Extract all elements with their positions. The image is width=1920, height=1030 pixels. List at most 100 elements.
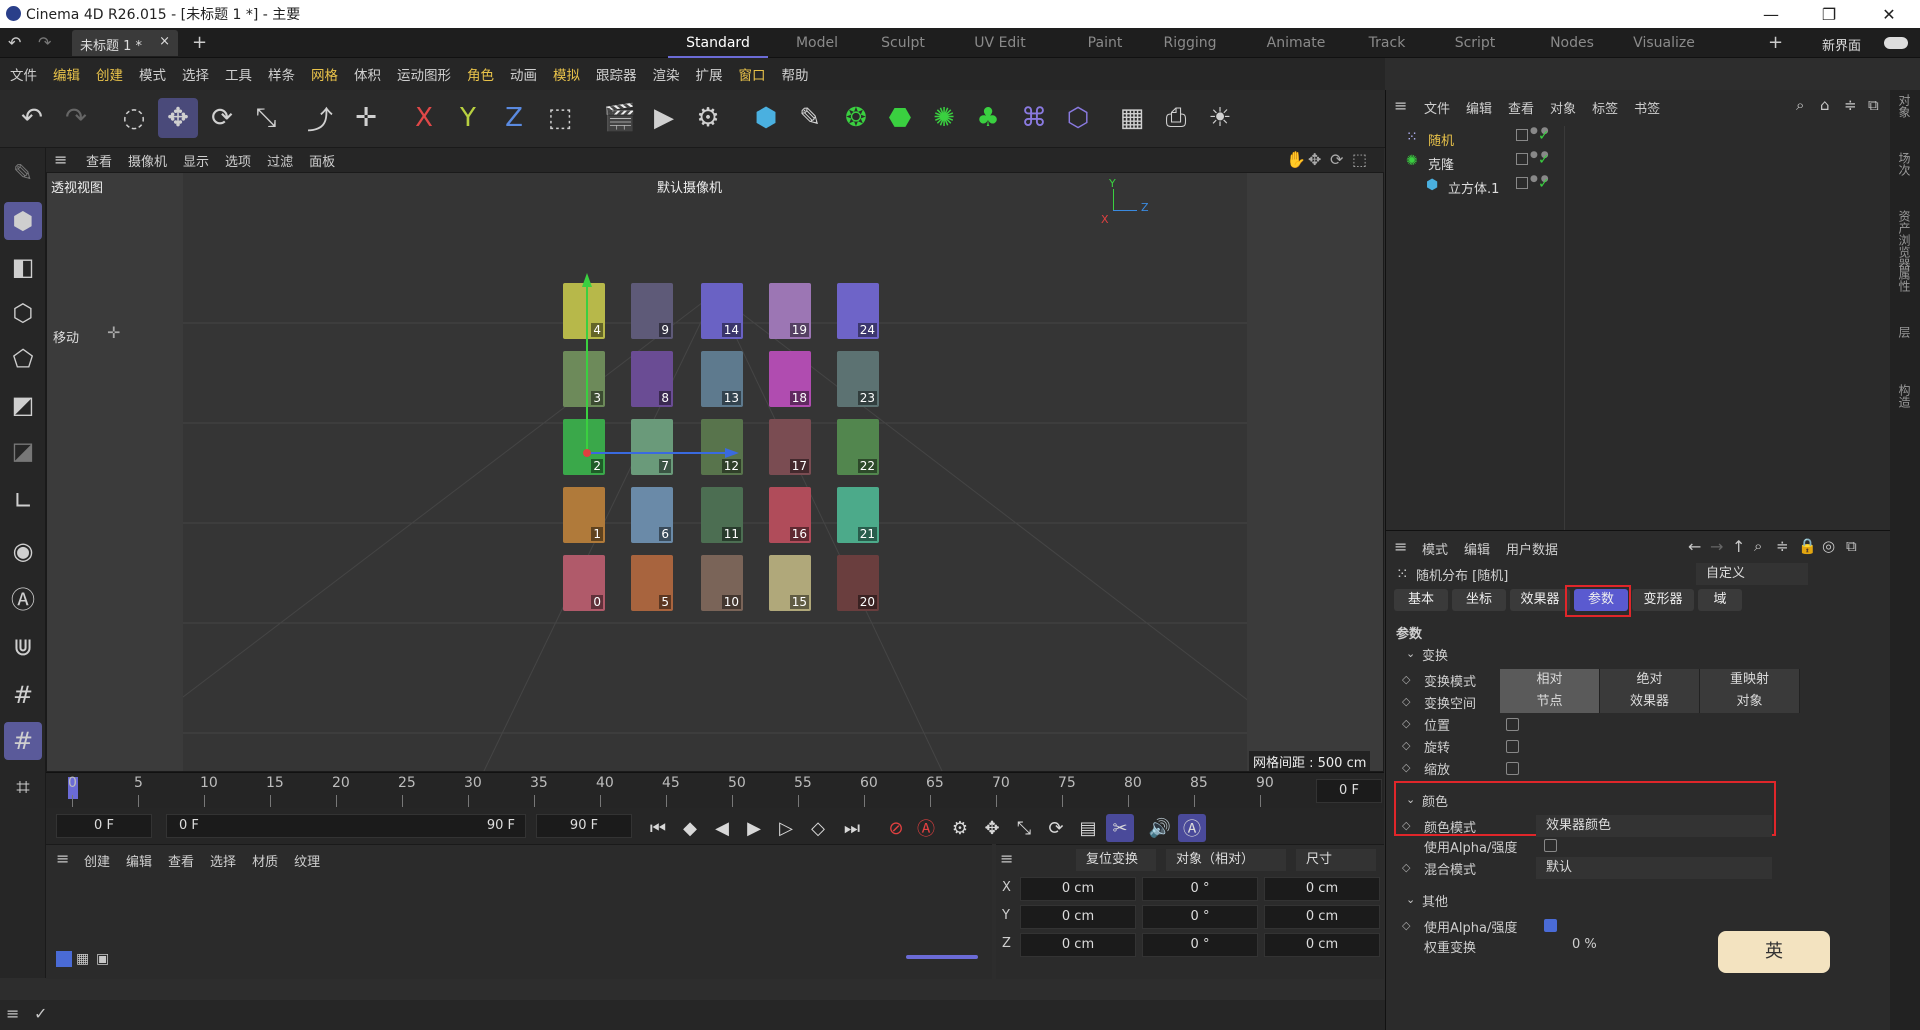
minimize-button[interactable]: — — [1742, 0, 1800, 28]
new-ui-toggle[interactable] — [1884, 37, 1908, 49]
objects-menu-item-0[interactable]: 文件 — [1424, 98, 1450, 117]
clone-cube[interactable]: 6 — [631, 487, 673, 543]
start-frame-field[interactable]: 0 F — [56, 814, 152, 838]
material-menu-item-4[interactable]: 材质 — [252, 851, 278, 870]
menu-item-16[interactable]: 窗口 — [739, 64, 766, 84]
side-tab-5[interactable]: 构造 — [1896, 384, 1913, 408]
point-mode-icon[interactable]: ⬡ — [4, 294, 42, 332]
material-menu-item-5[interactable]: 纹理 — [294, 851, 320, 870]
workspace-tab-sculpt[interactable]: Sculpt — [860, 28, 946, 58]
cube-primitive-icon[interactable]: ⬢ — [746, 98, 786, 138]
key-parameter-icon[interactable]: ▤ — [1074, 814, 1102, 842]
preset-dropdown[interactable]: 自定义 — [1696, 563, 1808, 585]
coord-rotation-field[interactable]: 0 ° — [1142, 877, 1258, 901]
dolly-view-icon[interactable]: ✥ — [1308, 150, 1321, 169]
target-icon[interactable]: ◎ — [1822, 537, 1835, 555]
keyframe-diamond-icon[interactable]: ◇ — [1402, 761, 1410, 774]
large-view-icon[interactable]: ▣ — [96, 951, 109, 967]
material-menu-item-2[interactable]: 查看 — [168, 851, 194, 870]
pan-view-icon[interactable]: ✋ — [1286, 150, 1306, 169]
object-layer-icon[interactable] — [1516, 177, 1528, 189]
workspace-tab-rigging[interactable]: Rigging — [1140, 28, 1240, 58]
material-menu-item-0[interactable]: 创建 — [84, 851, 110, 870]
workplane-icon[interactable]: ⌗ — [4, 768, 42, 806]
edge-mode-icon[interactable]: ⬠ — [4, 340, 42, 378]
subdivision-icon[interactable]: ❂ — [836, 98, 876, 138]
key-rotation-icon[interactable]: ⟳ — [1042, 814, 1070, 842]
object-tree-row[interactable]: ⁙ 随机 ● ● ✓ — [1386, 126, 1891, 150]
clone-cube[interactable]: 1 — [563, 487, 605, 543]
keyframe-diamond-icon[interactable]: ◇ — [1402, 739, 1410, 752]
blend-mode-dropdown[interactable]: 默认 — [1536, 857, 1772, 879]
move-tool-icon[interactable]: ✥ — [158, 98, 198, 138]
coord-size-dropdown[interactable]: 尺寸 — [1296, 849, 1376, 871]
key-scale-icon[interactable]: ⤡ — [1010, 814, 1038, 842]
menu-item-8[interactable]: 体积 — [354, 64, 381, 84]
snap-grid-icon[interactable]: # — [4, 676, 42, 714]
record-key-icon[interactable]: ⊘ — [882, 814, 910, 842]
coord-mode-dropdown[interactable]: 对象（相对） — [1166, 849, 1286, 871]
home-icon[interactable]: ⌂ — [1820, 96, 1830, 114]
menu-item-17[interactable]: 帮助 — [782, 64, 809, 84]
x-axis-lock-icon[interactable]: X — [404, 98, 444, 138]
objects-menu-item-2[interactable]: 查看 — [1508, 98, 1534, 117]
attr-filter-icon[interactable]: ≑ — [1776, 537, 1789, 555]
workspace-tab-standard[interactable]: Standard — [668, 28, 768, 58]
mograph-icon[interactable]: ♣ — [968, 98, 1008, 138]
side-tab-2[interactable]: 资产浏览器 — [1896, 210, 1913, 270]
objects-hamburger-icon[interactable]: ≡ — [1394, 96, 1407, 115]
go-to-end-icon[interactable]: ⏭ — [838, 814, 866, 842]
keyframe-diamond-icon[interactable]: ◇ — [1402, 861, 1410, 874]
previous-key-icon[interactable]: ◆ — [676, 814, 704, 842]
ime-indicator[interactable]: 英 — [1718, 931, 1830, 973]
material-hamburger-icon[interactable]: ≡ — [56, 849, 69, 868]
object-tree-row[interactable]: ✺ 克隆 ● ● ✓ — [1386, 150, 1891, 174]
rotation-checkbox[interactable] — [1506, 740, 1519, 753]
key-pla-icon[interactable]: ✂ — [1106, 814, 1134, 842]
reset-transform-button[interactable]: 复位变换 — [1076, 849, 1156, 871]
up-arrow-icon[interactable]: ↑ — [1732, 537, 1745, 556]
clone-cube[interactable]: 11 — [701, 487, 743, 543]
coord-position-field[interactable]: 0 cm — [1020, 877, 1136, 901]
auto-keying-icon[interactable]: Ⓐ — [4, 578, 42, 616]
undo-icon[interactable]: ↶ — [8, 33, 21, 52]
workspace-tab-uv-edit[interactable]: UV Edit — [946, 28, 1054, 58]
cloner-icon[interactable]: ✺ — [924, 98, 964, 138]
autokey-icon[interactable]: Ⓐ — [912, 814, 940, 842]
material-menu-item-1[interactable]: 编辑 — [126, 851, 152, 870]
scale-checkbox[interactable] — [1506, 762, 1519, 775]
menu-item-3[interactable]: 模式 — [139, 64, 166, 84]
color-group-title[interactable]: 颜色 — [1422, 791, 1448, 810]
use-alpha-checkbox[interactable] — [1544, 839, 1557, 852]
clone-cube[interactable]: 16 — [769, 487, 811, 543]
viewport-menu-item-1[interactable]: 摄像机 — [128, 151, 167, 170]
camera-label[interactable]: 默认摄像机 — [657, 177, 722, 196]
filter-icon[interactable]: ≑ — [1844, 96, 1857, 114]
orbit-view-icon[interactable]: ⟳ — [1330, 150, 1343, 169]
render-settings-icon[interactable]: ⚙ — [688, 98, 728, 138]
transform-space-effector[interactable]: 效果器 — [1600, 691, 1700, 713]
menu-item-13[interactable]: 跟踪器 — [596, 64, 637, 84]
next-key-icon[interactable]: ◇ — [804, 814, 832, 842]
side-tab-4[interactable]: 层 — [1896, 326, 1913, 338]
menu-item-15[interactable]: 扩展 — [696, 64, 723, 84]
enabled-check-icon[interactable]: ✓ — [1538, 176, 1550, 192]
uv-mode-icon[interactable]: ◪ — [4, 432, 42, 470]
maximize-view-icon[interactable]: ⬚ — [1352, 150, 1367, 169]
polygon-mode-icon[interactable]: ◩ — [4, 386, 42, 424]
clone-cube[interactable]: 15 — [769, 555, 811, 611]
transform-mode-absolute[interactable]: 绝对 — [1600, 669, 1700, 691]
object-layer-icon[interactable] — [1516, 129, 1528, 141]
object-name[interactable]: 克隆 — [1428, 154, 1454, 173]
grid-view-icon[interactable]: ▦ — [76, 951, 89, 967]
coord-position-field[interactable]: 0 cm — [1020, 905, 1136, 929]
scale-tool-icon[interactable]: ⤡ — [246, 98, 286, 138]
floor-icon[interactable]: ▦ — [1112, 98, 1152, 138]
add-workspace-button[interactable]: + — [1768, 32, 1783, 53]
attr-menu-item-2[interactable]: 用户数据 — [1506, 539, 1558, 558]
z-axis-lock-icon[interactable]: Z — [494, 98, 534, 138]
menu-item-10[interactable]: 角色 — [467, 64, 494, 84]
keyframe-settings-icon[interactable]: ⚙ — [946, 814, 974, 842]
add-document-button[interactable]: + — [192, 32, 207, 53]
transform-group-title[interactable]: 变换 — [1422, 645, 1448, 664]
